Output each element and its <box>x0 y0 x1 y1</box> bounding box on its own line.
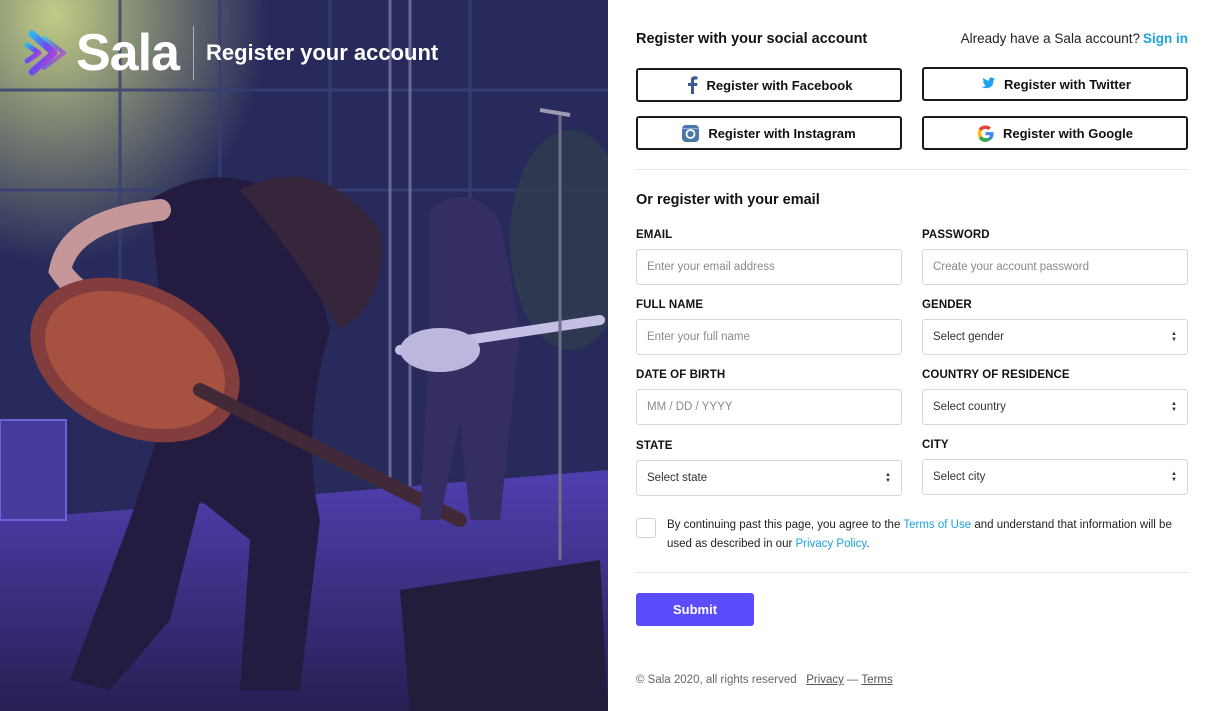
google-icon <box>977 124 994 142</box>
footer-privacy-link[interactable]: Privacy <box>806 674 844 686</box>
submit-button[interactable]: Submit <box>636 593 754 626</box>
register-google-button[interactable]: Register with Google <box>922 116 1188 150</box>
country-select-value: Select country <box>933 401 1006 413</box>
footer-separator: — <box>846 674 859 686</box>
registration-panel: Register with your social account Alread… <box>636 0 1188 711</box>
register-twitter-button[interactable]: Register with Twitter <box>922 67 1188 101</box>
consent-text: By continuing past this page, you agree … <box>667 516 1188 554</box>
city-select-value: Select city <box>933 471 986 483</box>
email-label: EMAIL <box>636 229 673 241</box>
facebook-icon <box>686 76 698 94</box>
header-divider <box>192 26 194 80</box>
social-heading: Register with your social account <box>636 31 868 47</box>
consent-text-before: By continuing past this page, you agree … <box>667 519 901 531</box>
terms-of-use-link[interactable]: Terms of Use <box>903 519 971 531</box>
concert-photo <box>0 0 608 711</box>
dob-field[interactable] <box>636 389 902 425</box>
register-google-label: Register with Google <box>1002 125 1133 141</box>
footer: © Sala 2020, all rights reserved Privacy… <box>636 674 893 686</box>
select-caret-icon: ▲ ▼ <box>885 472 891 484</box>
page-title: Register your account <box>205 40 439 65</box>
city-label: CITY <box>922 439 949 451</box>
city-select[interactable]: Select city ▲ ▼ <box>922 459 1188 495</box>
gender-select-value: Select gender <box>933 331 1004 343</box>
section-divider <box>636 572 1188 573</box>
instagram-icon <box>682 124 700 142</box>
state-select-value: Select state <box>647 472 708 484</box>
hero-image-panel: Sala Register your account <box>0 0 608 711</box>
state-select[interactable]: Select state ▲ ▼ <box>636 460 902 496</box>
signin-prompt: Already have a Sala account? Sign in <box>961 31 1188 46</box>
register-instagram-button[interactable]: Register with Instagram <box>636 116 902 150</box>
section-divider <box>636 169 1188 170</box>
twitter-icon <box>979 77 996 91</box>
copyright-text: © Sala 2020, all rights reserved <box>636 674 797 686</box>
select-caret-icon: ▲ ▼ <box>1171 401 1177 413</box>
signin-prompt-text: Already have a Sala account? <box>960 31 1140 46</box>
full-name-field[interactable] <box>636 319 902 355</box>
dob-label: DATE OF BIRTH <box>636 369 726 381</box>
password-label: PASSWORD <box>922 229 990 241</box>
hero-header: Sala Register your account <box>24 26 438 80</box>
gender-select[interactable]: Select gender ▲ ▼ <box>922 319 1188 355</box>
sala-chevrons-icon <box>24 30 66 76</box>
footer-terms-link[interactable]: Terms <box>861 674 892 686</box>
register-instagram-label: Register with Instagram <box>708 125 856 141</box>
register-facebook-label: Register with Facebook <box>706 77 853 93</box>
select-caret-icon: ▲ ▼ <box>1171 471 1177 483</box>
full-name-label: FULL NAME <box>636 299 704 311</box>
consent-text-after: . <box>866 538 870 550</box>
terms-checkbox[interactable] <box>636 518 656 538</box>
email-section-heading: Or register with your email <box>636 192 820 208</box>
email-field[interactable] <box>636 249 902 285</box>
gender-label: GENDER <box>922 299 972 311</box>
state-label: STATE <box>636 440 673 452</box>
signin-link[interactable]: Sign in <box>1143 31 1188 46</box>
select-caret-icon: ▲ ▼ <box>1171 331 1177 343</box>
password-field[interactable] <box>922 249 1188 285</box>
privacy-policy-link[interactable]: Privacy Policy <box>796 538 867 550</box>
register-facebook-button[interactable]: Register with Facebook <box>636 68 902 102</box>
country-select[interactable]: Select country ▲ ▼ <box>922 389 1188 425</box>
register-twitter-label: Register with Twitter <box>1004 76 1131 92</box>
country-label: COUNTRY OF RESIDENCE <box>922 369 1070 381</box>
brand-name: Sala <box>76 24 180 82</box>
